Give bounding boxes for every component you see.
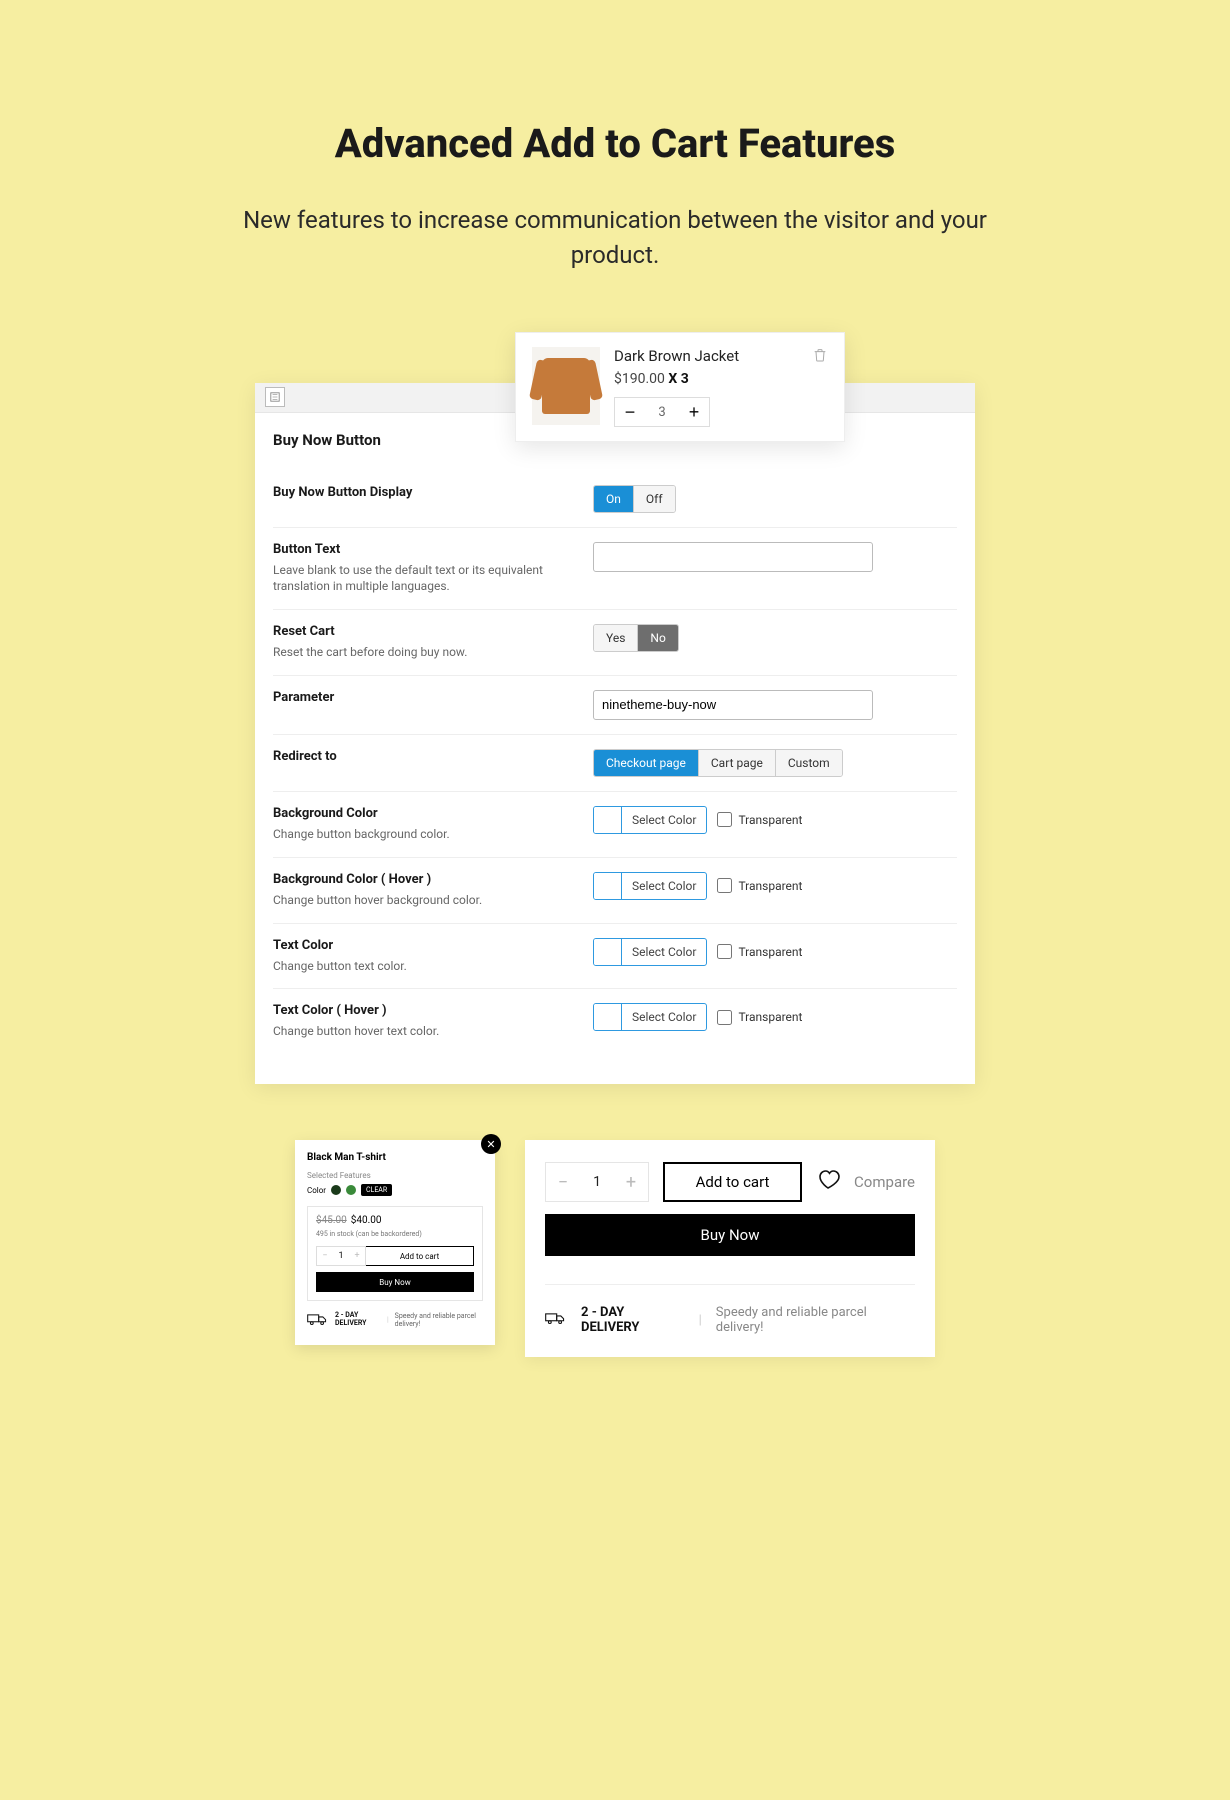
popup-title: Black Man T-shirt (307, 1152, 483, 1163)
mini-cart-card: Dark Brown Jacket $190.00 X 3 − 3 + (515, 332, 845, 442)
product-delivery-row: 2 - DAY DELIVERY | Speedy and reliable p… (545, 1284, 915, 1335)
mini-cart-title: Dark Brown Jacket (614, 347, 798, 365)
truck-icon (545, 1310, 567, 1330)
reset-no[interactable]: No (638, 625, 677, 651)
transparent-bg[interactable]: Transparent (717, 812, 802, 827)
label-text-hover: Text Color ( Hover ) (273, 1003, 573, 1018)
popup-price: $45.00$40.00 (316, 1215, 474, 1226)
color-label: Color (307, 1186, 326, 1195)
product-qty-value: 1 (580, 1163, 614, 1201)
swatch-dark[interactable] (331, 1185, 341, 1195)
product-qty-plus[interactable]: + (614, 1163, 648, 1201)
row-button-text: Button Text Leave blank to use the defau… (273, 528, 957, 611)
popup-color-row: Color CLEAR (307, 1184, 483, 1196)
product-add-to-cart-button[interactable]: Add to cart (663, 1162, 802, 1202)
quickview-popup: ✕ Black Man T-shirt Selected Features Co… (295, 1140, 495, 1345)
desc-text-color: Change button text color. (273, 958, 573, 975)
row-bg-hover: Background Color ( Hover ) Change button… (273, 858, 957, 924)
label-display: Buy Now Button Display (273, 485, 573, 500)
clear-button[interactable]: CLEAR (361, 1184, 392, 1196)
product-delivery-text: Speedy and reliable parcel delivery! (716, 1305, 915, 1335)
redirect-checkout[interactable]: Checkout page (594, 750, 699, 776)
colorpicker-bg-hover[interactable]: Select Color (593, 872, 707, 900)
popup-qty: − 1 + (316, 1246, 366, 1266)
segment-redirect[interactable]: Checkout page Cart page Custom (593, 749, 843, 777)
mini-cart-qty: − 3 + (614, 397, 710, 427)
transparent-text[interactable]: Transparent (717, 944, 802, 959)
popup-qty-plus[interactable]: + (349, 1247, 365, 1265)
swatch-green[interactable] (346, 1185, 356, 1195)
label-button-text: Button Text (273, 542, 573, 557)
input-button-text[interactable] (593, 542, 873, 572)
label-bg: Background Color (273, 806, 573, 821)
desc-bg: Change button background color. (273, 826, 573, 843)
reset-yes[interactable]: Yes (594, 625, 638, 651)
label-bg-hover: Background Color ( Hover ) (273, 872, 573, 887)
qty-plus-button[interactable]: + (679, 398, 709, 426)
row-parameter: Parameter (273, 676, 957, 735)
product-buy-now-button[interactable]: Buy Now (545, 1214, 915, 1256)
redirect-cart[interactable]: Cart page (699, 750, 776, 776)
qty-minus-button[interactable]: − (615, 398, 645, 426)
product-action-card: − 1 + Add to cart Compare Buy Now 2 - DA… (525, 1140, 935, 1357)
mini-cart-image (532, 347, 600, 425)
row-text-color: Text Color Change button text color. Sel… (273, 924, 957, 990)
colorpicker-text-hover[interactable]: Select Color (593, 1003, 707, 1031)
product-qty-minus[interactable]: − (546, 1163, 580, 1201)
heart-icon[interactable] (816, 1168, 840, 1196)
qty-value: 3 (645, 405, 679, 420)
popup-add-to-cart-button[interactable]: Add to cart (366, 1246, 474, 1266)
popup-stock: 495 in stock (can be backordered) (316, 1230, 474, 1238)
popup-buy-now-button[interactable]: Buy Now (316, 1272, 474, 1292)
trash-icon[interactable] (812, 347, 828, 367)
settings-panel: Buy Now Button Buy Now Button Display On… (255, 383, 975, 1085)
popup-delivery-title: 2 - DAY DELIVERY (335, 1312, 381, 1327)
truck-icon (307, 1311, 329, 1329)
close-icon[interactable]: ✕ (481, 1134, 501, 1154)
page-subline: New features to increase communication b… (215, 203, 1015, 273)
popup-delivery-text: Speedy and reliable parcel delivery! (395, 1312, 483, 1328)
row-text-hover: Text Color ( Hover ) Change button hover… (273, 989, 957, 1054)
page-headline: Advanced Add to Cart Features (0, 120, 1230, 167)
toggle-reset-cart[interactable]: Yes No (593, 624, 679, 652)
label-redirect: Redirect to (273, 749, 573, 764)
row-redirect: Redirect to Checkout page Cart page Cust… (273, 735, 957, 792)
colorpicker-bg[interactable]: Select Color (593, 806, 707, 834)
redirect-custom[interactable]: Custom (776, 750, 842, 776)
input-parameter[interactable] (593, 690, 873, 720)
popup-delivery-row: 2 - DAY DELIVERY | Speedy and reliable p… (307, 1311, 483, 1329)
transparent-text-hover[interactable]: Transparent (717, 1010, 802, 1025)
colorpicker-text[interactable]: Select Color (593, 938, 707, 966)
popup-qty-minus[interactable]: − (317, 1247, 333, 1265)
mini-cart-price: $190.00 X 3 (614, 371, 798, 387)
label-parameter: Parameter (273, 690, 573, 705)
desc-reset-cart: Reset the cart before doing buy now. (273, 644, 573, 661)
desc-text-hover: Change button hover text color. (273, 1023, 573, 1040)
toggle-on[interactable]: On (594, 486, 634, 512)
row-bg-color: Background Color Change button backgroun… (273, 792, 957, 858)
popup-selected-features: Selected Features (307, 1171, 483, 1180)
toggle-off[interactable]: Off (634, 486, 675, 512)
panel-icon[interactable] (265, 387, 285, 407)
toggle-display[interactable]: On Off (593, 485, 676, 513)
row-reset-cart: Reset Cart Reset the cart before doing b… (273, 610, 957, 676)
desc-bg-hover: Change button hover background color. (273, 892, 573, 909)
product-delivery-title: 2 - DAY DELIVERY (581, 1305, 685, 1335)
label-text-color: Text Color (273, 938, 573, 953)
product-qty: − 1 + (545, 1162, 649, 1202)
popup-qty-value: 1 (333, 1247, 349, 1265)
label-reset-cart: Reset Cart (273, 624, 573, 639)
transparent-bg-hover[interactable]: Transparent (717, 878, 802, 893)
desc-button-text: Leave blank to use the default text or i… (273, 562, 573, 596)
row-buy-now-display: Buy Now Button Display On Off (273, 471, 957, 528)
compare-link[interactable]: Compare (854, 1173, 915, 1191)
